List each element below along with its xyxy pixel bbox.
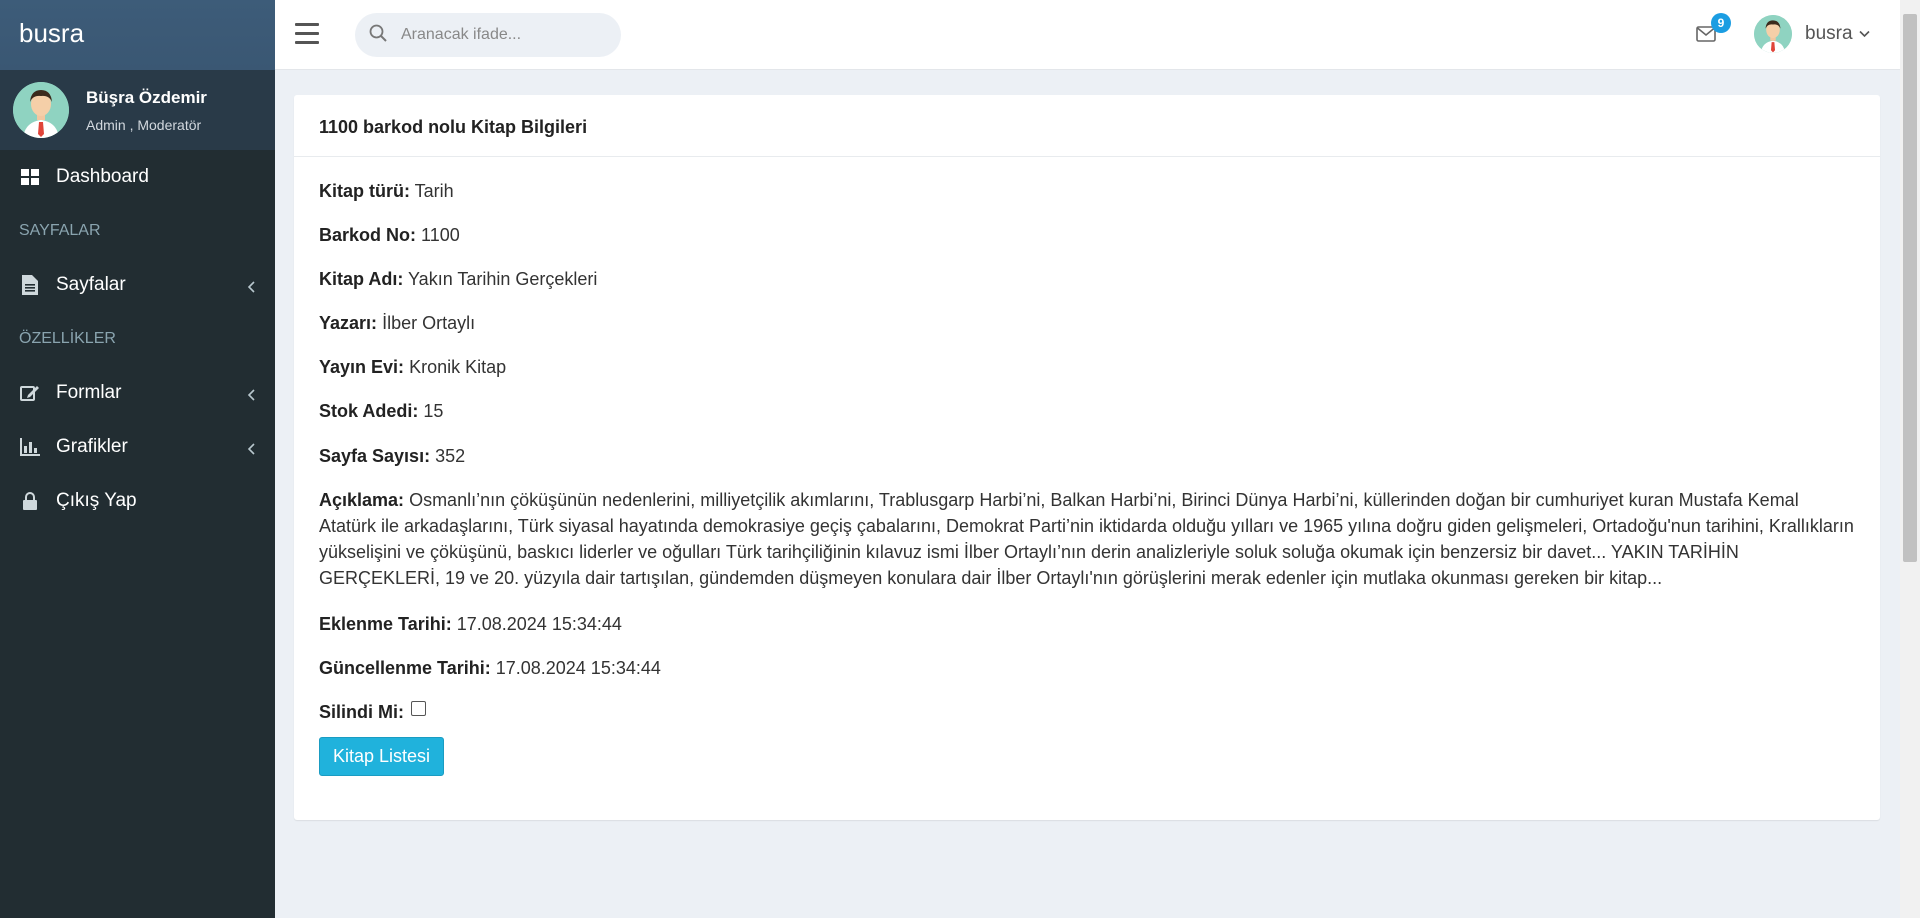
field-publisher: Yayın Evi: Kronik Kitap	[319, 357, 507, 378]
nav-header-features: ÖZELLİKLER	[19, 330, 116, 347]
user-menu[interactable]: busra	[1754, 15, 1870, 53]
user-panel: Büşra Özdemir Admin , Moderatör	[0, 70, 275, 150]
scrollbar[interactable]	[1900, 0, 1920, 918]
sidebar-item-label: Grafikler	[56, 436, 128, 457]
search-box	[355, 13, 621, 57]
scrollbar-thumb[interactable]	[1903, 14, 1917, 562]
lock-icon	[19, 490, 41, 512]
field-description: Açıklama: Osmanlı’nın çöküşünün nedenler…	[319, 489, 1854, 588]
sidebar-item-charts[interactable]: Grafikler	[0, 420, 275, 474]
field-page-count: Sayfa Sayısı: 352	[319, 445, 466, 466]
field-book-name: Kitap Adı: Yakın Tarihin Gerçekleri	[319, 269, 598, 290]
field-updated: Güncellenme Tarihi: 17.08.2024 15:34:44	[319, 657, 661, 678]
edit-icon	[19, 382, 41, 404]
sidebar-item-logout[interactable]: Çıkış Yap	[0, 474, 275, 528]
user-name: Büşra Özdemir	[86, 87, 207, 107]
avatar	[13, 82, 69, 138]
user-role: Admin , Moderatör	[86, 116, 202, 133]
sidebar-item-label: Sayfalar	[56, 274, 126, 295]
sidebar-nav: Dashboard SAYFALAR Sayfalar ÖZELLİKLER F…	[0, 150, 275, 528]
sidebar-item-label: Çıkış Yap	[56, 490, 137, 511]
messages-button[interactable]: 9	[1696, 13, 1731, 46]
book-details-card: 1100 barkod nolu Kitap Bilgileri Kitap t…	[294, 95, 1880, 820]
chevron-down-icon	[1858, 25, 1870, 43]
top-navbar: 9 busra	[275, 0, 1900, 70]
chevron-left-icon	[247, 385, 255, 407]
dashboard-icon	[19, 166, 41, 188]
field-stock: Stok Adedi: 15	[319, 401, 444, 422]
sidebar: busra Büşra Özdemir Admin , Moderatör Da…	[0, 0, 275, 918]
field-barcode: Barkod No: 1100	[319, 225, 460, 246]
field-author: Yazarı: İlber Ortaylı	[319, 313, 476, 334]
search-icon	[369, 24, 387, 47]
sidebar-item-label: Dashboard	[56, 166, 149, 187]
deleted-checkbox[interactable]	[411, 700, 427, 716]
sidebar-item-dashboard[interactable]: Dashboard	[0, 150, 275, 204]
sidebar-item-label: Formlar	[56, 382, 122, 403]
chevron-left-icon	[247, 277, 255, 299]
sidebar-item-pages[interactable]: Sayfalar	[0, 258, 275, 312]
nav-header-pages: SAYFALAR	[19, 222, 101, 239]
bar-chart-icon	[19, 436, 41, 458]
mail-count-badge: 9	[1711, 13, 1731, 33]
file-icon	[19, 274, 41, 296]
card-body: Kitap türü: Tarih Barkod No: 1100 Kitap …	[294, 157, 1880, 797]
brand-logo[interactable]: busra	[0, 0, 275, 67]
avatar	[1754, 15, 1792, 53]
field-created: Eklenme Tarihi: 17.08.2024 15:34:44	[319, 613, 622, 634]
envelope-icon	[1696, 26, 1716, 46]
sidebar-item-forms[interactable]: Formlar	[0, 366, 275, 420]
chevron-left-icon	[247, 439, 255, 461]
search-input[interactable]	[401, 26, 601, 44]
card-title: 1100 barkod nolu Kitap Bilgileri	[294, 95, 1880, 157]
field-book-type: Kitap türü: Tarih	[319, 181, 454, 201]
book-list-button[interactable]: Kitap Listesi	[319, 736, 445, 776]
username-label: busra	[1805, 23, 1853, 44]
field-deleted: Silindi Mi:	[319, 699, 1855, 725]
menu-toggle-icon[interactable]	[295, 23, 319, 45]
brand-bar: busra	[0, 0, 275, 70]
